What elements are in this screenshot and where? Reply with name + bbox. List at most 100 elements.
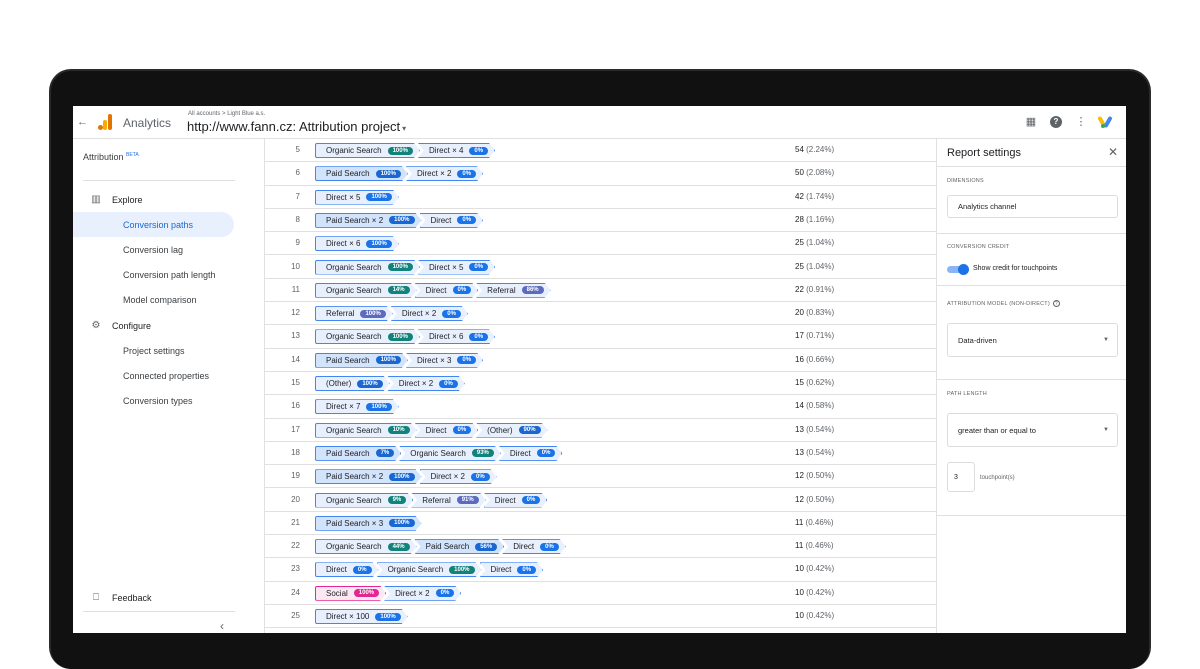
path-step-chip[interactable]: (Other) 90% [476,423,547,438]
table-row[interactable]: 17 Organic Search 10% Direct 0% (Other) 90% 13 … [265,419,936,442]
apps-grid-icon[interactable]: ▦ [1024,115,1038,129]
path-step-chip[interactable]: Direct × 5 100% [315,190,399,205]
path-step-chip[interactable]: Paid Search × 3 100% [315,516,422,531]
path-step-chip[interactable]: Direct × 5 0% [418,260,495,275]
path-step-chip[interactable]: Organic Search 100% [315,260,420,275]
sidebar-item-model-comparison[interactable]: Model comparison [123,295,197,305]
sidebar-item-connected-properties[interactable]: Connected properties [123,371,209,381]
touchpoints-input[interactable]: 3 [947,462,975,492]
attribution-model-select[interactable]: Data-driven ▼ [947,323,1118,357]
channel-label: Direct [513,542,535,552]
back-arrow-icon[interactable]: ← [77,116,88,128]
table-row[interactable]: 8 Paid Search × 2 100% Direct 0% 28 (1.16%) [265,209,936,233]
path-step-chip[interactable]: Organic Search 44% [315,539,417,554]
path-step-chip[interactable]: (Other) 100% [315,376,390,391]
path-step-chip[interactable]: Direct × 6 100% [315,236,399,251]
path-step-chip[interactable]: Direct × 100 100% [315,609,408,624]
close-icon[interactable]: ✕ [1108,145,1118,159]
breadcrumb[interactable]: All accounts > Light Blue a.s. [188,111,265,117]
sidebar-item-conversion-path-length[interactable]: Conversion path length [123,270,216,280]
path-step-chip[interactable]: Organic Search 9% [315,493,413,508]
table-row[interactable]: 20 Organic Search 9% Referral 91% Direct 0% 12 … [265,489,936,512]
table-row[interactable]: 19 Paid Search × 2 100% Direct × 2 0% 12 (0.5… [265,465,936,489]
path-step-chip[interactable]: Referral 91% [411,493,485,508]
sidebar-item-conversion-types[interactable]: Conversion types [123,396,193,406]
path-step-chip[interactable]: Direct × 2 0% [406,166,483,181]
touchpoints-toggle[interactable] [947,264,969,275]
path-step-chip[interactable]: Direct × 3 0% [406,353,483,368]
sidebar-section-explore[interactable]: ▥ Explore [90,194,142,206]
path-step-chip[interactable]: Direct 0% [415,423,479,438]
conversion-path: Social 100% Direct × 2 0% [315,586,459,601]
path-step-chip[interactable]: Direct 0% [499,446,563,461]
table-row[interactable]: 6 Paid Search 100% Direct × 2 0% 50 (2.08%) [265,162,936,186]
path-step-chip[interactable]: Paid Search 56% [415,539,505,554]
path-step-chip[interactable]: Paid Search 100% [315,353,408,368]
path-step-chip[interactable]: Direct × 2 0% [388,376,465,391]
path-step-chip[interactable]: Paid Search × 2 100% [315,213,422,228]
path-step-chip[interactable]: Direct 0% [480,562,544,577]
collapse-chevron-icon[interactable]: ‹ [220,619,224,633]
table-row[interactable]: 25 Direct × 100 100% 10 (0.42%) [265,605,936,629]
path-step-chip[interactable]: Referral 86% [476,283,550,298]
channel-label: Direct × 6 [326,239,361,249]
sidebar-item-conversion-paths[interactable]: Conversion paths [123,220,193,230]
path-step-chip[interactable]: Direct 0% [484,493,548,508]
path-step-chip[interactable]: Organic Search 100% [377,562,482,577]
table-row[interactable]: 7 Direct × 5 100% 42 (1.74%) [265,186,936,209]
path-step-chip[interactable]: Paid Search 100% [315,166,408,181]
path-step-chip[interactable]: Organic Search 14% [315,283,417,298]
table-row[interactable]: 10 Organic Search 100% Direct × 5 0% 25 (1.04… [265,256,936,279]
path-step-chip[interactable]: Direct 0% [502,539,566,554]
path-step-chip[interactable]: Organic Search 10% [315,423,417,438]
table-row[interactable]: 23 Direct 0% Organic Search 100% Direct 0% 10 (… [265,558,936,582]
conversions-share: (1.74%) [806,191,835,201]
channel-label: Referral [422,495,451,505]
conversions-share: (0.42%) [806,587,835,597]
table-row[interactable]: 22 Organic Search 44% Paid Search 56% Direct 0… [265,535,936,559]
path-step-chip[interactable]: Organic Search 93% [399,446,501,461]
path-length-select[interactable]: greater than or equal to ▼ [947,413,1118,447]
table-row[interactable]: 14 Paid Search 100% Direct × 3 0% 16 (0.66%) [265,349,936,372]
path-step-chip[interactable]: Organic Search 100% [315,143,420,158]
info-icon[interactable]: ? [1052,300,1060,307]
path-step-chip[interactable]: Direct × 7 100% [315,399,399,414]
more-vert-icon[interactable]: ⋮ [1074,115,1088,129]
credit-badge: 100% [360,310,385,318]
path-step-chip[interactable]: Paid Search 7% [315,446,401,461]
table-row[interactable]: 5 Organic Search 100% Direct × 4 0% 54 (2.24%… [265,139,936,163]
sidebar-item-project-settings[interactable]: Project settings [123,346,185,356]
sidebar-item-conversion-lag[interactable]: Conversion lag [123,245,183,255]
table-row[interactable]: 21 Paid Search × 3 100% 11 (0.46%) [265,512,936,536]
table-row[interactable]: 12 Referral 100% Direct × 2 0% 20 (0.83%) [265,302,936,326]
path-step-chip[interactable]: Direct 0% [315,562,379,577]
path-step-chip[interactable]: Direct × 6 0% [418,329,495,344]
help-icon[interactable]: ? [1050,116,1062,128]
path-step-chip[interactable]: Direct 0% [420,213,484,228]
table-row[interactable]: 9 Direct × 6 100% 25 (1.04%) [265,232,936,256]
path-step-chip[interactable]: Organic Search 100% [315,329,420,344]
table-row[interactable]: 18 Paid Search 7% Organic Search 93% Direct 0%… [265,442,936,466]
path-step-chip[interactable]: Direct × 2 0% [391,306,468,321]
path-step-chip[interactable]: Direct 0% [415,283,479,298]
conversion-path: Organic Search 9% Referral 91% Direct 0% [315,493,545,508]
path-step-chip[interactable]: Direct × 2 0% [384,586,461,601]
feedback-link[interactable]: ⎕ Feedback [90,592,152,604]
table-row[interactable]: 16 Direct × 7 100% 14 (0.58%) [265,395,936,419]
path-step-chip[interactable]: Paid Search × 2 100% [315,469,422,484]
sidebar-section-configure[interactable]: ⚙ Configure [90,320,152,332]
path-step-chip[interactable]: Referral 100% [315,306,393,321]
path-step-chip[interactable]: Direct × 4 0% [418,143,495,158]
path-step-chip[interactable]: Direct × 2 0% [420,469,497,484]
table-row[interactable]: 15 (Other) 100% Direct × 2 0% 15 (0.62%) [265,372,936,396]
credit-badge: 100% [388,263,413,271]
conversions-cell: 25 (1.04%) [795,238,865,247]
google-ads-icon[interactable] [1097,115,1114,129]
table-row[interactable]: 13 Organic Search 100% Direct × 6 0% 17 (0.71… [265,325,936,349]
property-selector[interactable]: http://www.fann.cz: Attribution project ▾ [187,119,406,134]
table-row[interactable]: 24 Social 100% Direct × 2 0% 10 (0.42%) [265,582,936,605]
table-row[interactable]: 11 Organic Search 14% Direct 0% Referral 86% 22… [265,279,936,303]
path-step-chip[interactable]: Social 100% [315,586,386,601]
bar-chart-icon: ▥ [91,194,101,205]
dimensions-select[interactable]: Analytics channel [947,195,1118,218]
